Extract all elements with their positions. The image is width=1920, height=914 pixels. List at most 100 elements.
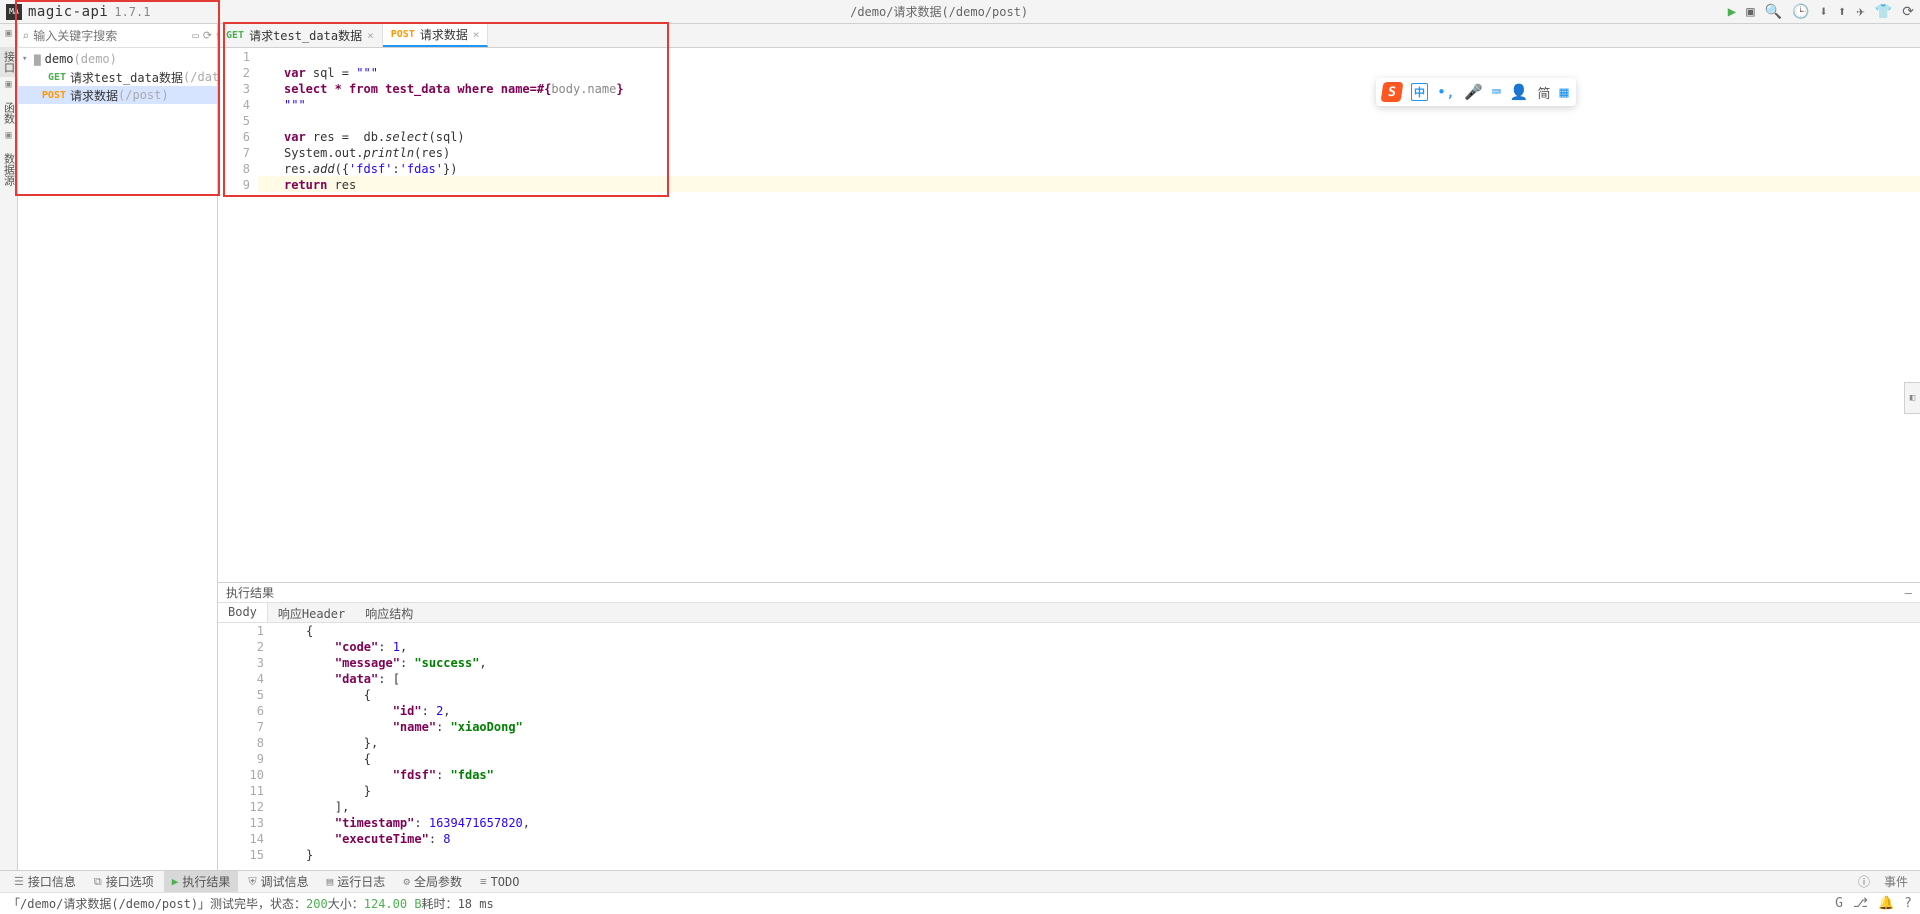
tab-label: 请求数据 bbox=[420, 26, 468, 43]
line-number: 3 bbox=[226, 655, 264, 671]
search-icon[interactable]: 🔍 bbox=[1765, 4, 1782, 20]
bt-label: 全局参数 bbox=[414, 873, 462, 890]
tab-label: 请求test_data数据 bbox=[249, 27, 362, 44]
search-row: ⌕ ▭ ⟳ ⇅ bbox=[18, 24, 217, 48]
code-token: 'fdsf' bbox=[349, 162, 392, 176]
cloud-download-icon[interactable]: ⬇ bbox=[1820, 4, 1828, 20]
log-icon: ▤ bbox=[327, 875, 334, 888]
dock-icon: ◧ bbox=[1910, 393, 1915, 403]
results-title: 执行结果 bbox=[226, 584, 274, 601]
code-token: select bbox=[385, 130, 428, 144]
app-logo: MA bbox=[6, 4, 22, 20]
method-badge: POST bbox=[391, 29, 415, 40]
results-title-bar: 执行结果 — bbox=[218, 583, 1920, 603]
bottom-tab-api-info[interactable]: ☰接口信息 bbox=[6, 871, 84, 892]
code-token: return bbox=[284, 178, 327, 192]
rail-folder-icon: ▣ bbox=[5, 79, 11, 90]
line-number: 7 bbox=[218, 145, 250, 161]
code-token: 'fdas' bbox=[400, 162, 443, 176]
history-icon[interactable]: 🕒 bbox=[1792, 4, 1809, 20]
json-viewer[interactable]: 1 2 3 4 5 6 7 8 9 10 11 12 13 14 15 { " bbox=[218, 623, 1920, 870]
tab-post-data[interactable]: POST 请求数据 × bbox=[383, 24, 489, 47]
ime-toolbar[interactable]: S 中 •, 🎤 ⌨ 👤 简 ▦ bbox=[1376, 78, 1576, 106]
rail-tab-api[interactable]: 接口 bbox=[0, 47, 18, 77]
right-dock-toggle[interactable]: ◧ bbox=[1904, 382, 1920, 414]
code-content[interactable]: var sql = """ select * from test_data wh… bbox=[258, 48, 1920, 582]
line-number: 10 bbox=[226, 767, 264, 783]
bell-icon[interactable]: 🔔 bbox=[1878, 896, 1894, 911]
subtab-structure[interactable]: 响应结构 bbox=[355, 603, 423, 622]
bt-label: 接口选项 bbox=[106, 873, 154, 890]
options-icon: ⧉ bbox=[94, 875, 102, 889]
item-path: (/post) bbox=[118, 88, 169, 102]
code-token: res bbox=[327, 178, 356, 192]
bottom-tab-global[interactable]: ⚙全局参数 bbox=[395, 871, 470, 892]
tab-get-data[interactable]: GET 请求test_data数据 × bbox=[218, 24, 383, 47]
ime-grid-icon[interactable]: ▦ bbox=[1559, 83, 1568, 101]
code-token: """ bbox=[284, 98, 306, 112]
code-token: add bbox=[313, 162, 335, 176]
breadcrumb: /demo/请求数据(/demo/post) bbox=[150, 3, 1727, 20]
theme-icon[interactable]: 👕 bbox=[1875, 4, 1892, 20]
rail-tab-function[interactable]: 函数 bbox=[0, 98, 18, 128]
line-number: 14 bbox=[226, 831, 264, 847]
bottom-tab-log[interactable]: ▤运行日志 bbox=[319, 871, 394, 892]
line-number: 6 bbox=[226, 703, 264, 719]
code-token: var bbox=[284, 66, 306, 80]
ime-user-icon[interactable]: 👤 bbox=[1510, 83, 1529, 101]
rail-folder-icon: ▣ bbox=[5, 130, 11, 141]
cloud-upload-icon[interactable]: ⬆ bbox=[1838, 4, 1846, 20]
minimize-icon[interactable]: — bbox=[1905, 586, 1912, 600]
bottom-tab-bar: ☰接口信息 ⧉ 接口选项 ▶执行结果 ⛨调试信息 ▤运行日志 ⚙全局参数 ≡TOD… bbox=[0, 870, 1920, 892]
ime-lang-toggle[interactable]: 中 bbox=[1411, 83, 1428, 101]
line-number: 15 bbox=[226, 847, 264, 863]
app-title: magic-api bbox=[28, 4, 108, 20]
line-number: 2 bbox=[226, 639, 264, 655]
info-icon[interactable]: ⓘ bbox=[1852, 873, 1876, 890]
run-icon[interactable]: ▶ bbox=[1728, 4, 1736, 20]
tree-folder-demo[interactable]: ▾ ▇ demo (demo) bbox=[18, 50, 217, 68]
ime-logo: S bbox=[1381, 82, 1404, 102]
info-icon: ☰ bbox=[14, 875, 24, 888]
debug-icon[interactable]: ▣ bbox=[1746, 4, 1754, 20]
close-icon[interactable]: × bbox=[473, 28, 480, 41]
ime-voice-icon[interactable]: 🎤 bbox=[1464, 83, 1483, 101]
json-gutter: 1 2 3 4 5 6 7 8 9 10 11 12 13 14 15 bbox=[218, 623, 272, 870]
code-editor[interactable]: 1 2 3 4 5 6 7 8 9 var sql = """ select *… bbox=[218, 48, 1920, 582]
list-icon: ≡ bbox=[480, 875, 487, 888]
line-number: 5 bbox=[218, 113, 250, 129]
status-time-label: 耗时： bbox=[422, 895, 458, 912]
ime-keyboard-icon[interactable]: ⌨ bbox=[1492, 83, 1501, 101]
method-badge: GET bbox=[226, 30, 244, 41]
reload-icon[interactable]: ⟳ bbox=[203, 29, 212, 42]
ime-punct-icon[interactable]: •, bbox=[1437, 83, 1455, 101]
subtab-body[interactable]: Body bbox=[218, 603, 268, 622]
refresh-icon[interactable]: ⟳ bbox=[1902, 4, 1914, 20]
status-text: 「/demo/请求数据(/demo/post)」测试完毕，状态： bbox=[8, 895, 306, 912]
line-number: 2 bbox=[218, 65, 250, 81]
bottom-tab-todo[interactable]: ≡TODO bbox=[472, 873, 528, 891]
close-icon[interactable]: × bbox=[367, 29, 374, 42]
rail-tab-datasource[interactable]: 数据源 bbox=[0, 149, 18, 190]
bottom-tab-api-options[interactable]: ⧉ 接口选项 bbox=[86, 871, 162, 892]
tree-item-get-data[interactable]: GET 请求test_data数据 (/data) bbox=[18, 68, 217, 86]
json-content: { "code": 1, "message": "success", "data… bbox=[272, 623, 1920, 870]
bottom-tab-debug[interactable]: ⛨调试信息 bbox=[240, 871, 316, 892]
tree-item-post-data[interactable]: POST 请求数据 (/post) bbox=[18, 86, 217, 104]
subtab-header[interactable]: 响应Header bbox=[268, 603, 355, 622]
github-icon[interactable]: ⎇ bbox=[1853, 896, 1868, 911]
line-number: 7 bbox=[226, 719, 264, 735]
editor-tabs: GET 请求test_data数据 × POST 请求数据 × bbox=[218, 24, 1920, 48]
status-code: 200 bbox=[306, 897, 328, 911]
api-tree: ▾ ▇ demo (demo) GET 请求test_data数据 (/data… bbox=[18, 48, 217, 106]
search-input[interactable] bbox=[33, 29, 188, 43]
help-icon[interactable]: ? bbox=[1904, 896, 1912, 911]
events-link[interactable]: 事件 bbox=[1878, 873, 1914, 890]
gitee-icon[interactable]: G bbox=[1835, 896, 1843, 911]
results-subtabs: Body 响应Header 响应结构 bbox=[218, 603, 1920, 623]
line-number: 8 bbox=[218, 161, 250, 177]
send-icon[interactable]: ✈ bbox=[1856, 4, 1864, 20]
ime-simplified-toggle[interactable]: 简 bbox=[1537, 83, 1550, 102]
collapse-icon[interactable]: ▭ bbox=[192, 29, 199, 42]
bottom-tab-results[interactable]: ▶执行结果 bbox=[164, 871, 239, 892]
